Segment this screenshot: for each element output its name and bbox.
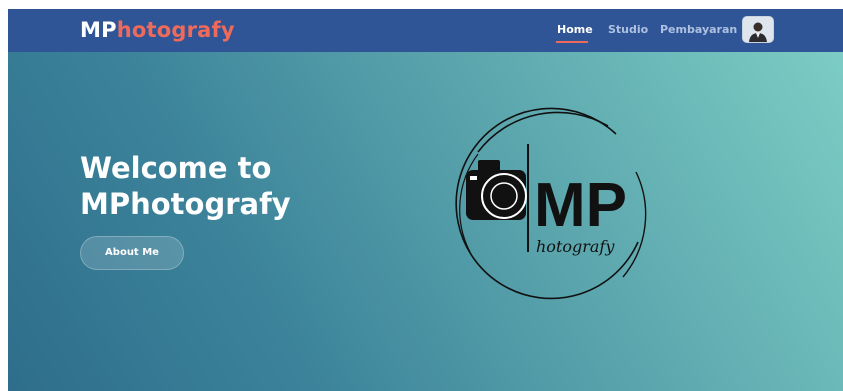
nav-active-indicator bbox=[556, 41, 588, 43]
mphotografy-logo: MP hotografy bbox=[455, 107, 647, 300]
page-frame: MPhotografy Home Studio Pembayaran Welco… bbox=[8, 9, 843, 391]
hero-title-line1: Welcome to bbox=[80, 151, 272, 185]
brand-logo[interactable]: MPhotografy bbox=[80, 19, 235, 41]
nav-link-home[interactable]: Home bbox=[557, 23, 593, 36]
user-avatar-icon bbox=[743, 17, 773, 42]
hero-section: Welcome to MPhotografy About Me MP hotog… bbox=[8, 52, 843, 391]
user-avatar[interactable] bbox=[742, 16, 774, 43]
navbar: MPhotografy Home Studio Pembayaran bbox=[8, 9, 843, 52]
brand-prefix: MP bbox=[80, 18, 117, 42]
about-me-button[interactable]: About Me bbox=[80, 236, 184, 270]
logo-letters: MP bbox=[534, 171, 627, 240]
nav-link-pembayaran[interactable]: Pembayaran bbox=[660, 23, 737, 36]
hero-title: Welcome to MPhotografy bbox=[80, 150, 400, 222]
brand-suffix: hotografy bbox=[116, 18, 235, 42]
nav-link-studio[interactable]: Studio bbox=[608, 23, 648, 36]
logo-script: hotografy bbox=[536, 237, 615, 256]
hero-title-line2: MPhotografy bbox=[80, 187, 291, 221]
camera-icon bbox=[466, 160, 527, 220]
